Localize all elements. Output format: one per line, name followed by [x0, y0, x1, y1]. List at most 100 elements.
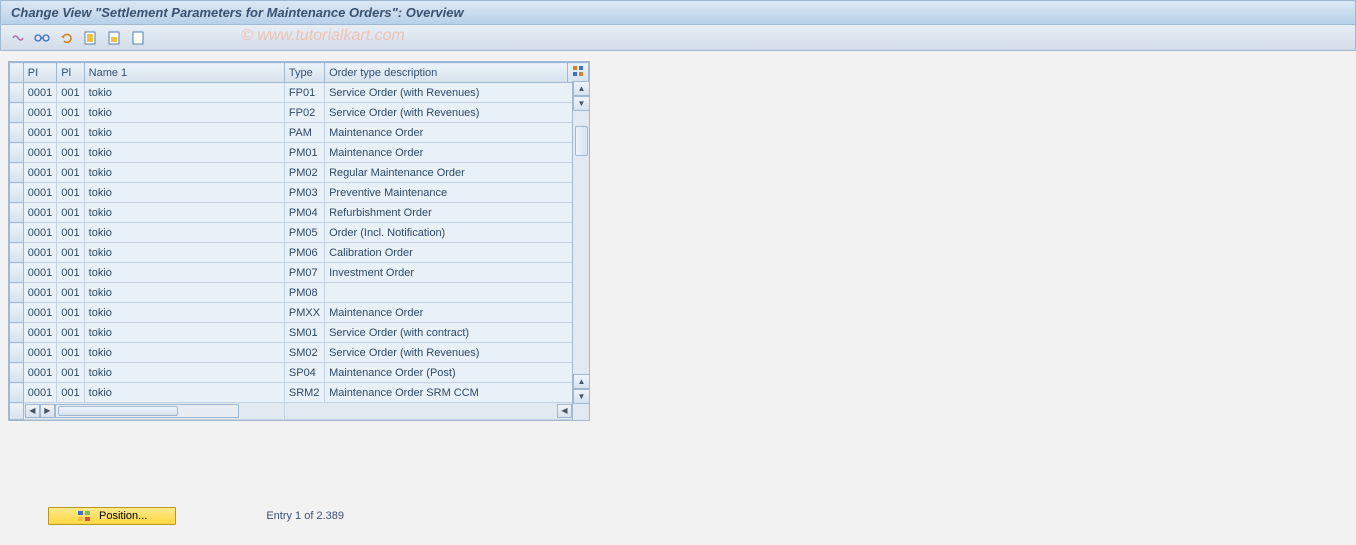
cell-desc[interactable]: Service Order (with Revenues) [325, 103, 589, 123]
cell-type[interactable]: PM03 [284, 183, 324, 203]
cell-type[interactable]: SRM2 [284, 383, 324, 403]
row-selector[interactable] [10, 103, 24, 123]
row-selector[interactable] [10, 363, 24, 383]
cell-pl[interactable]: 001 [57, 103, 84, 123]
hscroll-left-icon[interactable]: ◀ [25, 404, 40, 418]
row-selector[interactable] [10, 163, 24, 183]
table-row[interactable]: 0001001tokioPM07Investment Order [10, 263, 589, 283]
cell-pl[interactable]: 001 [57, 303, 84, 323]
table-row[interactable]: 0001001tokioPM06Calibration Order [10, 243, 589, 263]
cell-pl[interactable]: 001 [57, 283, 84, 303]
other-view-icon[interactable] [9, 29, 27, 47]
cell-pl[interactable]: 001 [57, 143, 84, 163]
cell-name[interactable]: tokio [84, 263, 284, 283]
row-selector[interactable] [10, 383, 24, 403]
select-all-header[interactable] [10, 63, 24, 83]
cell-desc[interactable]: Regular Maintenance Order [325, 163, 589, 183]
table-row[interactable]: 0001001tokioSP04Maintenance Order (Post) [10, 363, 589, 383]
table-row[interactable]: 0001001tokioPM05Order (Incl. Notificatio… [10, 223, 589, 243]
row-selector[interactable] [10, 243, 24, 263]
table-row[interactable]: 0001001tokioSM02Service Order (with Reve… [10, 343, 589, 363]
cell-name[interactable]: tokio [84, 303, 284, 323]
row-selector[interactable] [10, 143, 24, 163]
cell-name[interactable]: tokio [84, 243, 284, 263]
cell-pl[interactable]: 001 [57, 203, 84, 223]
cell-pl[interactable]: 001 [57, 223, 84, 243]
cell-desc[interactable]: Calibration Order [325, 243, 589, 263]
cell-pi[interactable]: 0001 [23, 383, 56, 403]
cell-pl[interactable]: 001 [57, 123, 84, 143]
cell-type[interactable]: FP01 [284, 83, 324, 103]
cell-pi[interactable]: 0001 [23, 263, 56, 283]
cell-pl[interactable]: 001 [57, 83, 84, 103]
cell-desc[interactable]: Maintenance Order (Post) [325, 363, 589, 383]
table-row[interactable]: 0001001tokioPMXXMaintenance Order [10, 303, 589, 323]
cell-pi[interactable]: 0001 [23, 343, 56, 363]
cell-pi[interactable]: 0001 [23, 123, 56, 143]
cell-pi[interactable]: 0001 [23, 363, 56, 383]
table-row[interactable]: 0001001tokioPAMMaintenance Order [10, 123, 589, 143]
cell-pi[interactable]: 0001 [23, 183, 56, 203]
cell-name[interactable]: tokio [84, 103, 284, 123]
deselect-all-icon[interactable] [129, 29, 147, 47]
row-selector[interactable] [10, 203, 24, 223]
hscroll-thumb-left[interactable] [58, 406, 178, 416]
row-selector[interactable] [10, 183, 24, 203]
cell-desc[interactable]: Preventive Maintenance [325, 183, 589, 203]
cell-type[interactable]: SM02 [284, 343, 324, 363]
row-selector[interactable] [10, 303, 24, 323]
col-header-desc[interactable]: Order type description [325, 63, 568, 83]
vscroll-down2-icon[interactable]: ▲ [573, 374, 590, 389]
cell-name[interactable]: tokio [84, 383, 284, 403]
row-selector[interactable] [10, 223, 24, 243]
table-row[interactable]: 0001001tokioFP02Service Order (with Reve… [10, 103, 589, 123]
cell-pi[interactable]: 0001 [23, 143, 56, 163]
vscroll-down-icon[interactable]: ▼ [573, 389, 590, 404]
cell-type[interactable]: FP02 [284, 103, 324, 123]
hscroll2-left-icon[interactable]: ◀ [557, 404, 572, 418]
cell-pi[interactable]: 0001 [23, 203, 56, 223]
vscroll-up-icon[interactable]: ▲ [573, 81, 590, 96]
cell-name[interactable]: tokio [84, 163, 284, 183]
cell-desc[interactable]: Maintenance Order [325, 303, 589, 323]
cell-desc[interactable]: Investment Order [325, 263, 589, 283]
row-selector[interactable] [10, 323, 24, 343]
table-row[interactable]: 0001001tokioSM01Service Order (with cont… [10, 323, 589, 343]
vscroll-up2-icon[interactable]: ▼ [573, 96, 590, 111]
cell-desc[interactable]: Refurbishment Order [325, 203, 589, 223]
undo-icon[interactable] [57, 29, 75, 47]
cell-type[interactable]: PMXX [284, 303, 324, 323]
table-row[interactable]: 0001001tokioPM08 [10, 283, 589, 303]
row-selector[interactable] [10, 283, 24, 303]
cell-desc[interactable]: Service Order (with Revenues) [325, 343, 589, 363]
cell-desc[interactable] [325, 283, 589, 303]
table-row[interactable]: 0001001tokioSRM2Maintenance Order SRM CC… [10, 383, 589, 403]
table-row[interactable]: 0001001tokioFP01Service Order (with Reve… [10, 83, 589, 103]
cell-name[interactable]: tokio [84, 343, 284, 363]
table-row[interactable]: 0001001tokioPM04Refurbishment Order [10, 203, 589, 223]
cell-pi[interactable]: 0001 [23, 323, 56, 343]
select-block-icon[interactable] [105, 29, 123, 47]
hscroll-track-left[interactable] [55, 404, 239, 418]
cell-pl[interactable]: 001 [57, 163, 84, 183]
cell-pl[interactable]: 001 [57, 183, 84, 203]
cell-name[interactable]: tokio [84, 363, 284, 383]
cell-name[interactable]: tokio [84, 323, 284, 343]
cell-pl[interactable]: 001 [57, 323, 84, 343]
cell-type[interactable]: PM07 [284, 263, 324, 283]
cell-pi[interactable]: 0001 [23, 223, 56, 243]
row-selector[interactable] [10, 343, 24, 363]
row-selector[interactable] [10, 123, 24, 143]
col-header-type[interactable]: Type [284, 63, 324, 83]
cell-desc[interactable]: Maintenance Order SRM CCM [325, 383, 589, 403]
cell-type[interactable]: PM06 [284, 243, 324, 263]
col-header-pi[interactable]: PI [23, 63, 56, 83]
col-header-pl[interactable]: Pl [57, 63, 84, 83]
cell-desc[interactable]: Service Order (with Revenues) [325, 83, 589, 103]
col-header-name[interactable]: Name 1 [84, 63, 284, 83]
table-row[interactable]: 0001001tokioPM03Preventive Maintenance [10, 183, 589, 203]
select-all-icon[interactable] [81, 29, 99, 47]
cell-pl[interactable]: 001 [57, 383, 84, 403]
cell-name[interactable]: tokio [84, 83, 284, 103]
cell-pi[interactable]: 0001 [23, 163, 56, 183]
